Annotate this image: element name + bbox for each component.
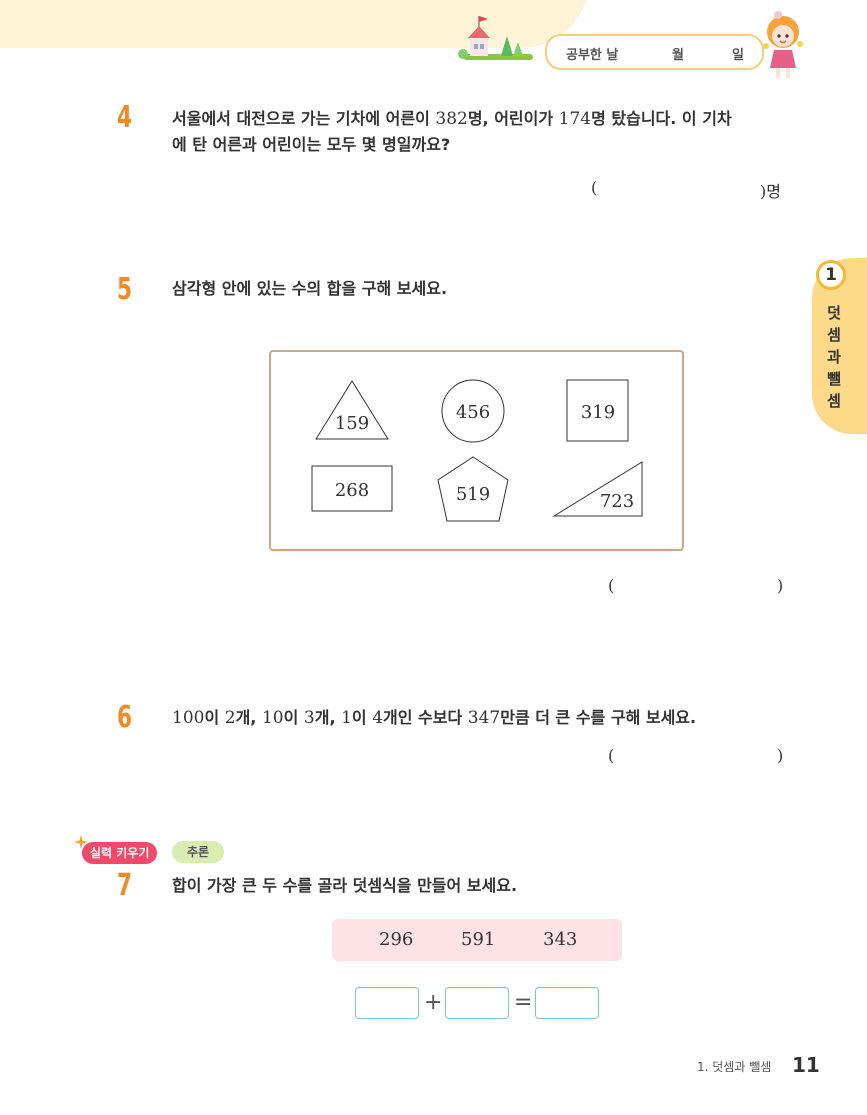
chapter-title-vertical: 덧 셈 과 뺄 셈 [822,302,846,412]
choice-number: 591 [461,929,496,950]
question-4-text: 서울에서 대전으로 가는 기차에 어른이 382명, 어린이가 174명 탔습니… [172,106,802,158]
question-5-text: 삼각형 안에 있는 수의 합을 구해 보세요. [172,279,448,298]
q4-adults-count: 382 [435,109,468,129]
footer-chapter: 1. 덧셈과 뺄셈 [697,1060,772,1074]
q5-answer-close: ) [777,576,784,595]
q6-answer-close: ) [777,746,784,765]
question-6-text: 100이 2개, 10이 3개, 1이 4개인 수보다 347만큼 더 큰 수를… [172,705,696,731]
house-trees-illustration [458,16,533,60]
q6-number: 1 [341,708,352,728]
circle-number: 456 [456,402,490,423]
q6-text-part: 이 [283,708,304,727]
addend-1-input[interactable] [355,987,419,1019]
square-number: 319 [581,402,615,423]
chapter-title-char: 셈 [827,392,841,410]
page-number: 11 [792,1053,820,1077]
sum-input[interactable] [535,987,599,1019]
q4-answer-close-unit: )명 [760,182,781,201]
chapter-title-char: 과 [827,348,841,366]
q6-number: 10 [261,708,284,728]
q6-answer-open: ( [608,746,615,765]
q6-number: 347 [467,708,501,728]
q4-text-part: 명 탔습니다. 이 기차 [591,109,732,128]
q6-number: 100 [172,708,205,728]
chapter-title-char: 셈 [827,326,841,344]
reasoning-tag: 추론 [172,841,224,863]
skill-up-badge: 실력 키우기 [82,842,158,864]
q6-number: 2 [224,708,236,728]
question-7-number: 7 [117,868,133,903]
q6-text-part: 만큼 더 큰 수를 구해 보세요. [500,708,697,727]
girl-character-illustration [763,11,803,78]
chapter-number-badge: 1 [816,260,846,290]
triangle-number: 159 [335,413,369,434]
shapes-figure: 159 456 319 268 519 723 [311,379,643,522]
choice-number: 343 [543,929,578,950]
q4-text-part: 서울에서 대전으로 가는 기차에 어른이 [172,109,436,128]
q6-text-part: 개, [314,708,342,727]
q6-number: 3 [303,708,315,728]
q6-text-part: 개, [235,708,262,727]
plus-sign: + [424,990,443,1015]
q4-children-count: 174 [558,109,592,129]
question-6-number: 6 [117,700,133,735]
q6-text-part: 이 [351,708,373,727]
study-date-label: 공부한 날 [566,48,619,63]
choice-number: 296 [379,929,414,950]
question-5-number: 5 [117,272,133,307]
q4-text-part: 명, 어린이가 [467,109,559,128]
q6-number: 4 [372,708,384,728]
day-label: 일 [732,48,744,63]
q4-answer-open: ( [591,178,598,197]
addend-2-input[interactable] [445,987,509,1019]
q5-answer-open: ( [608,576,615,595]
q6-text-part: 이 [204,708,225,727]
pentagon-number: 519 [456,484,490,505]
rectangle-number: 268 [335,480,369,501]
chapter-title-char: 뺄 [827,370,841,388]
chapter-title-char: 덧 [827,304,841,322]
q4-text-line2: 에 탄 어른과 어린이는 모두 몇 명일까요? [172,135,451,154]
equals-sign: = [514,990,533,1015]
month-label: 월 [672,48,684,63]
q6-text-part: 개인 수보다 [383,708,468,727]
right-triangle-number: 723 [600,491,634,512]
question-4-number: 4 [117,100,133,135]
question-7-text: 합이 가장 큰 두 수를 골라 덧셈식을 만들어 보세요. [172,876,518,895]
